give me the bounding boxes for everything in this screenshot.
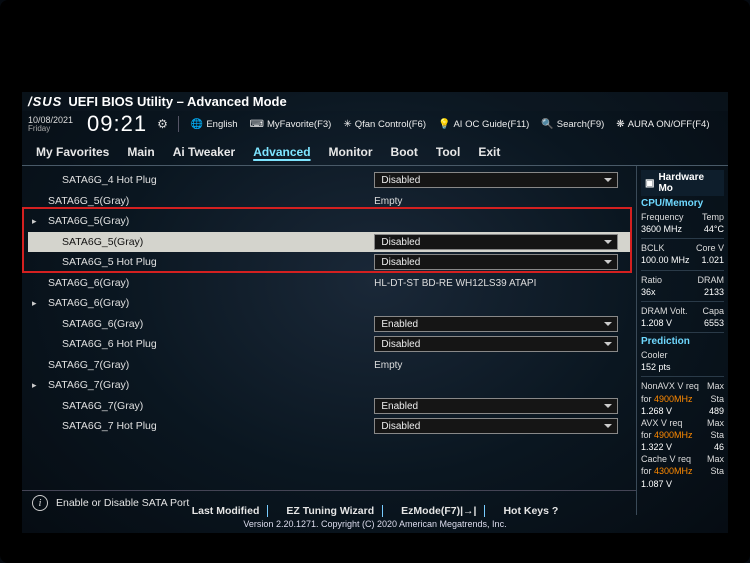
setting-label: SATA6G_6(Gray) bbox=[62, 318, 374, 330]
chip-icon bbox=[645, 178, 654, 189]
fan-icon bbox=[343, 119, 351, 130]
language-toggle[interactable]: English bbox=[191, 119, 238, 130]
tab-ai-tweaker[interactable]: Ai Tweaker bbox=[173, 143, 235, 161]
setting-label: SATA6G_7(Gray) bbox=[48, 379, 368, 391]
setting-label: SATA6G_4 Hot Plug bbox=[62, 174, 374, 186]
setting-row: SATA6G_5(Gray)Empty bbox=[28, 191, 630, 212]
settings-panel: SATA6G_4 Hot PlugDisabledSATA6G_5(Gray)E… bbox=[22, 166, 636, 515]
footer-link[interactable]: EzMode(F7)|→| bbox=[393, 505, 485, 517]
date-block: 10/08/2021 Friday bbox=[28, 116, 73, 133]
app-title: UEFI BIOS Utility – Advanced Mode bbox=[68, 94, 286, 109]
setting-row: SATA6G_4 Hot PlugDisabled bbox=[28, 170, 630, 191]
gear-icon[interactable] bbox=[157, 117, 168, 131]
title-bar: /SUS UEFI BIOS Utility – Advanced Mode bbox=[22, 92, 728, 111]
clock: 09:21 bbox=[87, 111, 147, 137]
prediction-header: Prediction bbox=[641, 336, 724, 347]
setting-label: SATA6G_5(Gray) bbox=[48, 195, 368, 207]
setting-label: SATA6G_5(Gray) bbox=[48, 215, 368, 227]
cpu-mem-header: CPU/Memory bbox=[641, 198, 724, 209]
tab-boot[interactable]: Boot bbox=[391, 143, 418, 161]
setting-dropdown[interactable]: Disabled bbox=[374, 336, 618, 352]
setting-label: SATA6G_5(Gray) bbox=[62, 236, 374, 248]
tab-tool[interactable]: Tool bbox=[436, 143, 460, 161]
bulb-icon bbox=[438, 119, 450, 130]
asus-logo: /SUS bbox=[28, 94, 62, 109]
globe-icon bbox=[191, 119, 203, 130]
setting-row: SATA6G_7 Hot PlugDisabled bbox=[28, 416, 630, 437]
myfavorite-link[interactable]: MyFavorite(F3) bbox=[250, 119, 332, 130]
setting-label: SATA6G_7(Gray) bbox=[48, 359, 368, 371]
keyboard-icon bbox=[250, 119, 264, 130]
info-bar: 10/08/2021 Friday 09:21 English MyFavori… bbox=[22, 111, 728, 141]
setting-label: SATA6G_7 Hot Plug bbox=[62, 420, 374, 432]
footer-link[interactable]: Last Modified bbox=[184, 505, 269, 517]
setting-value: HL-DT-ST BD-RE WH12LS39 ATAPI bbox=[368, 278, 536, 289]
aura-link[interactable]: AURA ON/OFF(F4) bbox=[616, 119, 709, 130]
setting-dropdown[interactable]: Disabled bbox=[374, 418, 618, 434]
aioc-link[interactable]: AI OC Guide(F11) bbox=[438, 119, 529, 130]
setting-label: SATA6G_7(Gray) bbox=[62, 400, 374, 412]
setting-row: SATA6G_5(Gray)Disabled bbox=[28, 232, 630, 253]
hardware-monitor-panel: Hardware Mo CPU/Memory FrequencyTemp 360… bbox=[636, 166, 728, 515]
setting-label: SATA6G_5 Hot Plug bbox=[62, 256, 374, 268]
setting-label: SATA6G_6 Hot Plug bbox=[62, 338, 374, 350]
footer-links: Last Modified EZ Tuning Wizard EzMode(F7)|… bbox=[22, 505, 728, 517]
setting-row[interactable]: SATA6G_6(Gray) bbox=[28, 293, 630, 314]
setting-row: SATA6G_7(Gray)Enabled bbox=[28, 396, 630, 417]
setting-value: Empty bbox=[368, 360, 402, 371]
weekday-text: Friday bbox=[28, 125, 73, 133]
tab-my-favorites[interactable]: My Favorites bbox=[36, 143, 109, 161]
tab-monitor[interactable]: Monitor bbox=[329, 143, 373, 161]
bios-screen: /SUS UEFI BIOS Utility – Advanced Mode 1… bbox=[22, 92, 728, 533]
tab-exit[interactable]: Exit bbox=[478, 143, 500, 161]
setting-value: Empty bbox=[368, 196, 402, 207]
main-tabs: My Favorites Main Ai Tweaker Advanced Monito… bbox=[22, 141, 728, 166]
tab-advanced[interactable]: Advanced bbox=[253, 143, 310, 161]
setting-dropdown[interactable]: Disabled bbox=[374, 254, 618, 270]
search-link[interactable]: Search(F9) bbox=[541, 119, 604, 130]
hw-header: Hardware Mo bbox=[641, 170, 724, 196]
setting-dropdown[interactable]: Enabled bbox=[374, 398, 618, 414]
setting-row: SATA6G_5 Hot PlugDisabled bbox=[28, 252, 630, 273]
aura-icon bbox=[616, 119, 624, 130]
setting-dropdown[interactable]: Disabled bbox=[374, 172, 618, 188]
version-text: Version 2.20.1271. Copyright (C) 2020 Am… bbox=[22, 519, 728, 529]
footer-link[interactable]: EZ Tuning Wizard bbox=[278, 505, 383, 517]
search-icon bbox=[541, 119, 553, 130]
main-area: SATA6G_4 Hot PlugDisabledSATA6G_5(Gray)E… bbox=[22, 166, 728, 515]
qfan-link[interactable]: Qfan Control(F6) bbox=[343, 119, 426, 130]
setting-dropdown[interactable]: Enabled bbox=[374, 316, 618, 332]
setting-row[interactable]: SATA6G_7(Gray) bbox=[28, 375, 630, 396]
setting-row: SATA6G_6(Gray)HL-DT-ST BD-RE WH12LS39 AT… bbox=[28, 273, 630, 294]
setting-dropdown[interactable]: Disabled bbox=[374, 234, 618, 250]
setting-row: SATA6G_6(Gray)Enabled bbox=[28, 314, 630, 335]
setting-row[interactable]: SATA6G_5(Gray) bbox=[28, 211, 630, 232]
footer-bar: Last Modified EZ Tuning Wizard EzMode(F7)|… bbox=[22, 503, 728, 533]
tab-main[interactable]: Main bbox=[127, 143, 154, 161]
setting-row: SATA6G_6 Hot PlugDisabled bbox=[28, 334, 630, 355]
setting-label: SATA6G_6(Gray) bbox=[48, 297, 368, 309]
footer-link[interactable]: Hot Keys ? bbox=[495, 505, 566, 517]
setting-row: SATA6G_7(Gray)Empty bbox=[28, 355, 630, 376]
setting-label: SATA6G_6(Gray) bbox=[48, 277, 368, 289]
